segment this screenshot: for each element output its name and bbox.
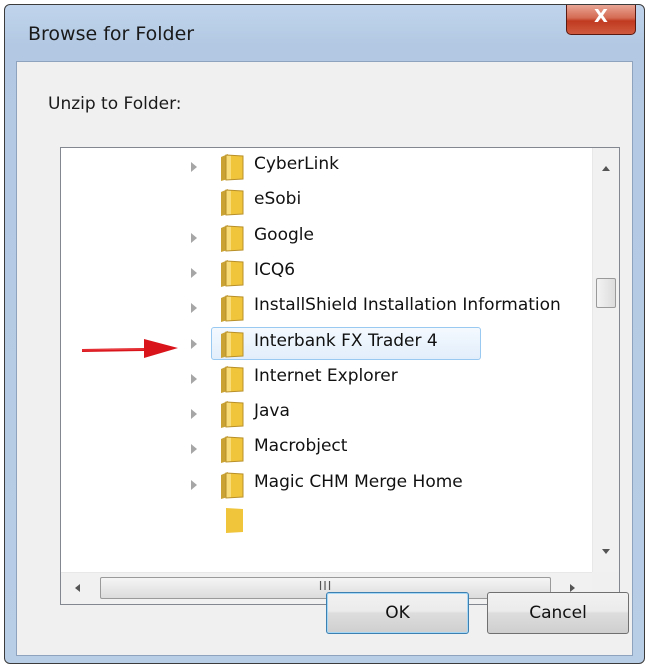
scroll-down-icon[interactable]	[602, 549, 610, 554]
folder-tree[interactable]: CyberLink eSobi Google ICQ6 InstallShield In…	[60, 147, 620, 605]
tree-item-label: Interbank FX Trader 4	[254, 330, 438, 351]
window-title: Browse for Folder	[28, 23, 195, 45]
folder-icon	[226, 508, 243, 533]
tree-item[interactable]: Internet Explorer	[61, 362, 593, 397]
folder-icon	[221, 189, 244, 217]
tree-item-partial[interactable]	[61, 503, 593, 538]
ok-button[interactable]: OK	[326, 592, 469, 634]
tree-item-label: eSobi	[254, 189, 302, 210]
scroll-right-icon[interactable]	[570, 584, 575, 592]
tree-item[interactable]: Java	[61, 397, 593, 432]
tree-item[interactable]: ICQ6	[61, 256, 593, 291]
tree-item[interactable]: eSobi	[61, 185, 593, 220]
close-button[interactable]: X	[566, 5, 636, 35]
tree-item-label: Magic CHM Merge Home	[254, 471, 463, 492]
tree-item-label: ICQ6	[254, 259, 296, 280]
tree-item-label: Google	[254, 224, 314, 245]
tree-item[interactable]: Google	[61, 221, 593, 256]
tree-item-label: Java	[254, 401, 290, 422]
expand-arrow-icon[interactable]	[191, 303, 197, 314]
scroll-left-icon[interactable]	[75, 584, 80, 592]
red-arrow-icon	[81, 339, 178, 358]
expand-arrow-icon[interactable]	[191, 444, 197, 455]
expand-arrow-icon[interactable]	[191, 338, 197, 349]
tree-item-label: Macrobject	[254, 436, 348, 457]
expand-arrow-icon[interactable]	[191, 162, 197, 172]
vertical-scroll-thumb[interactable]	[596, 278, 616, 308]
tree-item-label: CyberLink	[254, 154, 339, 174]
scroll-up-icon[interactable]	[602, 166, 610, 171]
close-icon: X	[594, 6, 608, 27]
tree-item-label: Internet Explorer	[254, 365, 398, 386]
folder-icon	[221, 401, 244, 429]
scroll-grip: III	[318, 579, 333, 593]
folder-icon	[221, 365, 244, 393]
folder-icon	[221, 330, 244, 358]
folder-icon	[221, 295, 244, 323]
expand-arrow-icon[interactable]	[191, 479, 197, 490]
folder-icon	[221, 471, 244, 499]
folder-icon	[221, 259, 244, 287]
instruction-label: Unzip to Folder:	[48, 94, 182, 114]
expand-arrow-icon[interactable]	[191, 232, 197, 243]
folder-icon	[221, 224, 244, 252]
expand-arrow-icon[interactable]	[191, 409, 197, 420]
tree-item[interactable]: InstallShield Installation Information	[61, 291, 593, 326]
tree-item[interactable]: Macrobject	[61, 432, 593, 467]
folder-icon	[221, 154, 244, 181]
tree-item[interactable]: CyberLink	[61, 150, 593, 185]
folder-icon	[221, 436, 244, 464]
expand-arrow-icon[interactable]	[191, 373, 197, 384]
expand-arrow-icon[interactable]	[191, 267, 197, 278]
cancel-button[interactable]: Cancel	[487, 592, 629, 634]
tree-item-label: InstallShield Installation Information	[254, 295, 561, 316]
title-bar[interactable]: Browse for Folder X	[5, 5, 644, 65]
vertical-scrollbar[interactable]	[592, 148, 619, 572]
tree-item[interactable]: Magic CHM Merge Home	[61, 468, 593, 503]
